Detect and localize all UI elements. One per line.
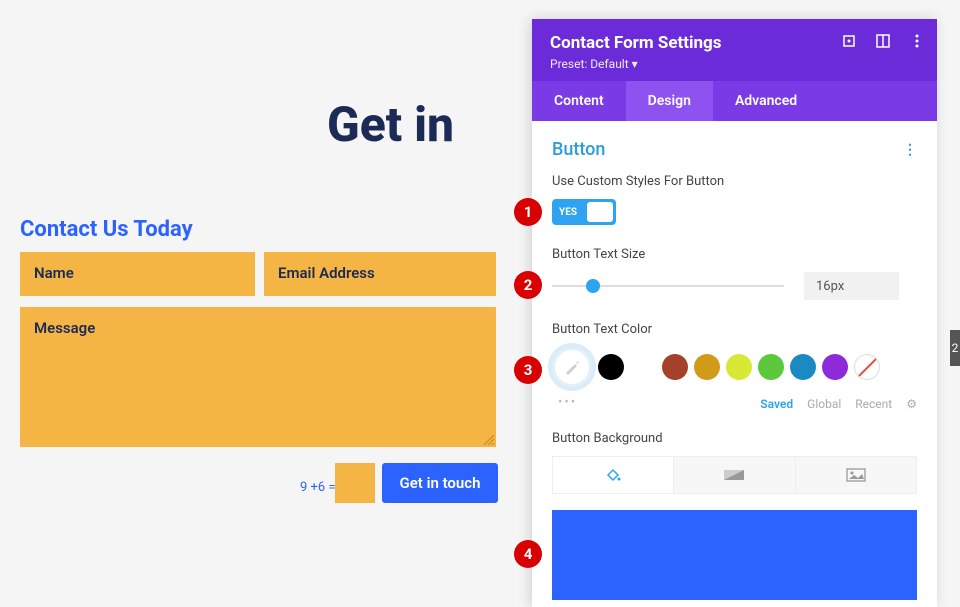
- slider-thumb[interactable]: [586, 279, 600, 293]
- tab-design[interactable]: Design: [626, 81, 713, 121]
- bg-tab-image[interactable]: [796, 457, 916, 493]
- bg-label: Button Background: [552, 431, 917, 446]
- color-swatches: [552, 347, 917, 387]
- text-size-label: Button Text Size: [552, 247, 917, 262]
- swatch-tab-recent[interactable]: Recent: [855, 397, 892, 411]
- settings-panel: Contact Form Settings Preset: Default ▾ …: [532, 19, 937, 607]
- panel-preset[interactable]: Preset: Default ▾: [550, 57, 919, 71]
- swatch-current[interactable]: [552, 347, 592, 387]
- annotation-1: 1: [514, 198, 542, 226]
- paint-bucket-icon: [604, 466, 622, 484]
- swatch-tabs: Saved Global Recent ⚙: [760, 397, 917, 411]
- panel-tabs: Content Design Advanced: [532, 81, 937, 121]
- submit-button[interactable]: Get in touch: [382, 463, 498, 503]
- swatch-0[interactable]: [598, 354, 624, 380]
- columns-icon[interactable]: [875, 33, 891, 49]
- custom-styles-toggle[interactable]: YES: [552, 199, 616, 225]
- gradient-icon: [724, 468, 744, 482]
- section-title[interactable]: Button: [552, 139, 605, 160]
- section-menu-icon[interactable]: ⋮: [903, 142, 917, 158]
- name-field[interactable]: Name: [20, 252, 255, 296]
- email-field[interactable]: Email Address: [264, 252, 496, 296]
- toggle-knob: [587, 202, 613, 222]
- tab-advanced[interactable]: Advanced: [713, 81, 819, 121]
- swatch-tab-saved[interactable]: Saved: [760, 397, 793, 411]
- message-label: Message: [34, 319, 95, 337]
- more-icon[interactable]: [909, 33, 925, 49]
- expand-icon[interactable]: [841, 33, 857, 49]
- swatch-4[interactable]: [726, 354, 752, 380]
- annotation-2: 2: [514, 271, 542, 299]
- swatch-3[interactable]: [694, 354, 720, 380]
- page-heading: Get in: [327, 96, 454, 153]
- bg-preview[interactable]: [552, 510, 917, 600]
- swatch-7[interactable]: [822, 354, 848, 380]
- image-icon: [846, 468, 866, 482]
- swatch-6[interactable]: [790, 354, 816, 380]
- eyedropper-icon: [563, 358, 581, 376]
- swatch-1[interactable]: [630, 354, 656, 380]
- swatch-tab-global[interactable]: Global: [807, 397, 841, 411]
- captcha-label: 9 +6 =: [300, 480, 336, 495]
- annotation-4: 4: [514, 540, 542, 568]
- text-color-label: Button Text Color: [552, 322, 917, 337]
- captcha-input[interactable]: [335, 463, 375, 503]
- right-edge-marker: 2: [950, 330, 960, 366]
- resize-handle-icon[interactable]: [484, 435, 494, 445]
- panel-header: Contact Form Settings Preset: Default ▾: [532, 19, 937, 81]
- swatch-none[interactable]: [854, 354, 880, 380]
- custom-styles-label: Use Custom Styles For Button: [552, 174, 917, 189]
- toggle-yes-label: YES: [552, 207, 577, 218]
- panel-body: Button ⋮ Use Custom Styles For Button YE…: [532, 121, 937, 607]
- text-size-value[interactable]: 16px: [804, 272, 899, 300]
- bg-tabs: [552, 456, 917, 494]
- annotation-3: 3: [514, 356, 542, 384]
- bg-tab-color[interactable]: [553, 457, 674, 493]
- tab-content[interactable]: Content: [532, 81, 626, 121]
- gear-icon[interactable]: ⚙: [906, 397, 917, 411]
- text-size-slider[interactable]: [552, 285, 784, 287]
- form-title: Contact Us Today: [20, 217, 193, 242]
- bg-tab-gradient[interactable]: [674, 457, 795, 493]
- message-field[interactable]: Message: [20, 307, 496, 447]
- swatch-2[interactable]: [662, 354, 688, 380]
- swatch-more-icon[interactable]: •••: [558, 395, 577, 410]
- swatch-5[interactable]: [758, 354, 784, 380]
